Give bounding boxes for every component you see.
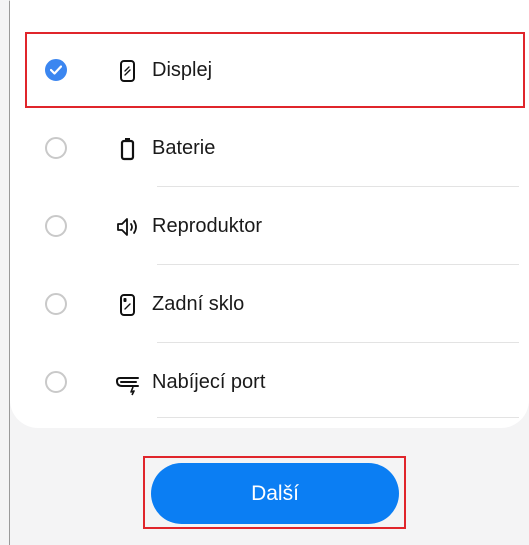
battery-icon	[114, 136, 140, 162]
radio-unchecked-icon[interactable]	[45, 371, 67, 393]
option-label: Nabíjecí port	[152, 371, 266, 393]
option-zadni-sklo[interactable]: Zadní sklo	[10, 266, 529, 344]
radio-unchecked-icon[interactable]	[45, 215, 67, 237]
next-button-highlight	[143, 456, 406, 529]
speaker-icon	[114, 214, 140, 240]
separator	[157, 264, 519, 265]
back-glass-icon	[114, 292, 140, 318]
selected-option-highlight	[25, 32, 525, 108]
option-label: Baterie	[152, 137, 216, 159]
radio-unchecked-icon[interactable]	[45, 137, 67, 159]
separator	[157, 342, 519, 343]
option-reproduktor[interactable]: Reproduktor	[10, 188, 529, 266]
separator	[157, 417, 519, 418]
option-baterie[interactable]: Baterie	[10, 110, 529, 188]
separator	[157, 186, 519, 187]
option-nabijeci-port[interactable]: Nabíjecí port	[10, 344, 529, 422]
option-label: Reproduktor	[152, 215, 263, 237]
charging-port-icon	[114, 370, 140, 396]
radio-unchecked-icon[interactable]	[45, 293, 67, 315]
option-label: Zadní sklo	[152, 293, 245, 315]
